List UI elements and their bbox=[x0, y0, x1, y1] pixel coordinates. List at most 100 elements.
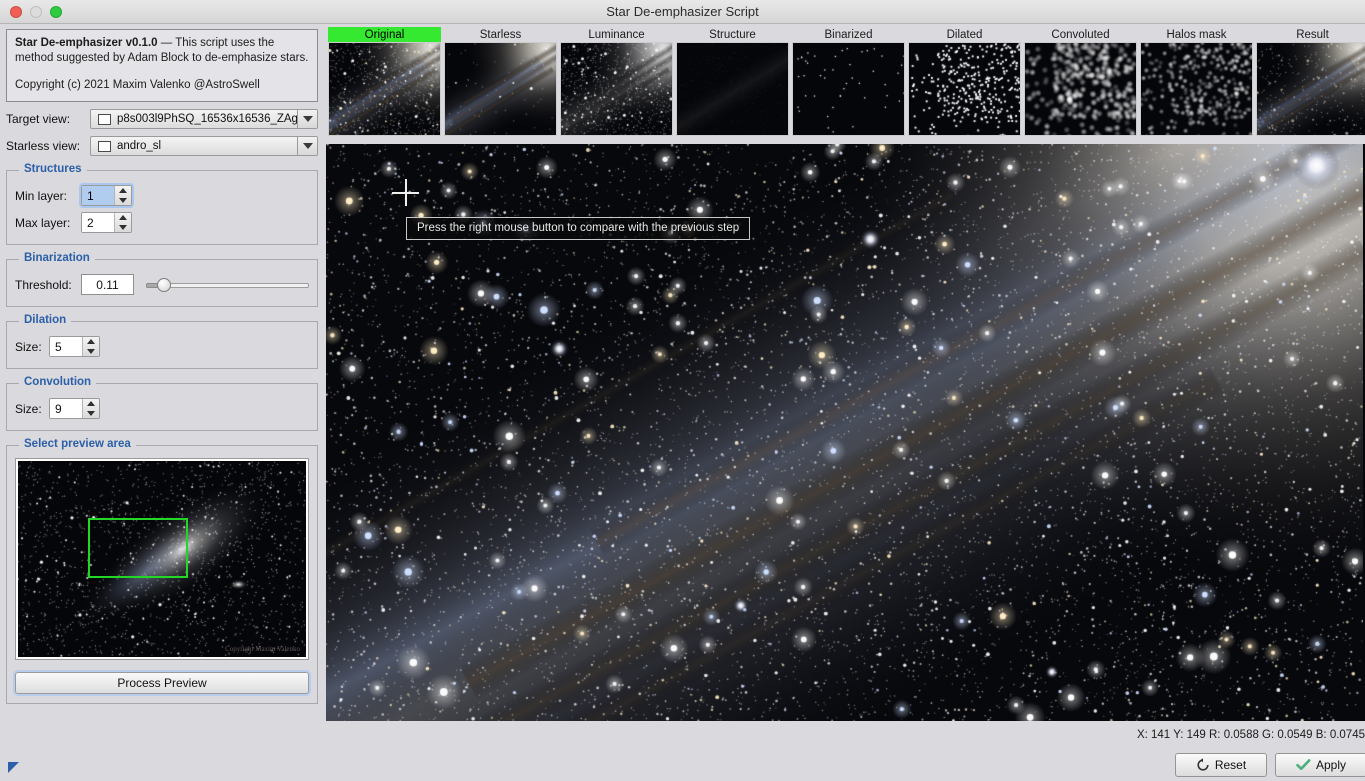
stage-thumbnail-label: Starless bbox=[479, 28, 522, 41]
stage-thumbnail-luminance[interactable]: Luminance bbox=[560, 27, 673, 136]
crosshair-vertical bbox=[405, 179, 407, 206]
preview-thumbnail-frame: Copyright Maxim Valenko bbox=[15, 458, 309, 660]
stepper-down-icon[interactable] bbox=[119, 224, 127, 230]
threshold-label: Threshold: bbox=[15, 277, 72, 292]
target-view-label: Target view: bbox=[6, 112, 71, 126]
stage-thumbnail-image[interactable] bbox=[676, 42, 789, 136]
stepper-up-icon[interactable] bbox=[119, 188, 127, 194]
min-layer-stepper[interactable]: 1 bbox=[79, 183, 134, 208]
stage-thumbnail-strip: Original Starless Luminance Structure Binari… bbox=[326, 27, 1365, 136]
reset-icon bbox=[1197, 758, 1209, 771]
stage-thumbnail-image[interactable] bbox=[792, 42, 905, 136]
window-titlebar: Star De-emphasizer Script bbox=[0, 0, 1365, 24]
dilation-size-value[interactable]: 5 bbox=[50, 337, 82, 356]
stage-thumbnail-result[interactable]: Result bbox=[1256, 27, 1365, 136]
max-layer-label: Max layer: bbox=[15, 215, 71, 230]
stage-thumbnail-convoluted[interactable]: Convoluted bbox=[1024, 27, 1137, 136]
structures-legend: Structures bbox=[19, 163, 87, 175]
starless-view-row: Starless view: andro_sl bbox=[6, 136, 318, 156]
reset-button-label: Reset bbox=[1214, 758, 1247, 772]
starless-view-dropdown-arrow[interactable] bbox=[297, 137, 317, 155]
target-view-select[interactable]: p8s003l9PhSQ_16536x16536_ZAg bbox=[90, 109, 318, 129]
stage-thumbnail-label: Convoluted bbox=[1051, 28, 1110, 41]
preview-area-group: Select preview area Copyright Maxim Vale… bbox=[6, 438, 318, 704]
stage-thumbnail-dilated[interactable]: Dilated bbox=[908, 27, 1021, 136]
binarization-legend: Binarization bbox=[19, 252, 95, 264]
stage-thumbnail-image[interactable] bbox=[444, 42, 557, 136]
threshold-slider[interactable] bbox=[146, 275, 309, 295]
dilation-legend: Dilation bbox=[19, 314, 72, 326]
process-preview-button[interactable]: Process Preview bbox=[13, 670, 311, 696]
min-layer-value[interactable]: 1 bbox=[82, 186, 114, 205]
stepper-up-icon[interactable] bbox=[87, 339, 95, 345]
stepper-down-icon[interactable] bbox=[87, 348, 95, 354]
pixel-readout-status: X: 141 Y: 149 R: 0.0588 G: 0.0549 B: 0.0… bbox=[1136, 729, 1365, 741]
convolution-size-stepper[interactable]: 9 bbox=[49, 398, 100, 419]
stage-thumbnail-image[interactable] bbox=[1024, 42, 1137, 136]
script-title: Star De-emphasizer v0.1.0 bbox=[15, 37, 158, 49]
stage-thumbnail-image[interactable] bbox=[1256, 42, 1365, 136]
structures-group: Structures Min layer: 1 Max layer: 2 bbox=[6, 163, 318, 245]
stage-thumbnail-label: Structure bbox=[709, 28, 756, 41]
stage-thumbnail-label: Dilated bbox=[946, 28, 983, 41]
settings-panel: Star De-emphasizer v0.1.0 — This script … bbox=[0, 24, 324, 781]
target-view-dropdown-arrow[interactable] bbox=[297, 110, 317, 128]
copyright-notice: Copyright (c) 2021 Maxim Valenko @AstroS… bbox=[15, 78, 260, 91]
convolution-size-row: Size: 9 bbox=[15, 398, 309, 419]
stage-thumbnail-label: Halos mask bbox=[1166, 28, 1227, 41]
stage-thumbnail-starless[interactable]: Starless bbox=[444, 27, 557, 136]
image-icon bbox=[98, 140, 111, 152]
stage-thumbnail-binarized[interactable]: Binarized bbox=[792, 27, 905, 136]
preview-thumbnail-image[interactable]: Copyright Maxim Valenko bbox=[18, 461, 306, 657]
stage-thumbnail-image[interactable] bbox=[560, 42, 673, 136]
stage-thumbnail-label: Binarized bbox=[824, 28, 873, 41]
script-description: Star De-emphasizer v0.1.0 — This script … bbox=[6, 29, 318, 102]
workspace-panel: Original Starless Luminance Structure Binari… bbox=[324, 24, 1365, 781]
max-layer-value[interactable]: 2 bbox=[82, 213, 114, 232]
convolution-group: Convolution Size: 9 bbox=[6, 376, 318, 431]
stage-thumbnail-structure[interactable]: Structure bbox=[676, 27, 789, 136]
apply-button[interactable]: Apply bbox=[1275, 753, 1365, 777]
close-button[interactable] bbox=[10, 5, 22, 18]
compare-tooltip: Press the right mouse button to compare … bbox=[406, 217, 751, 240]
preview-area-legend: Select preview area bbox=[19, 438, 136, 450]
dilation-group: Dilation Size: 5 bbox=[6, 314, 318, 369]
preview-watermark: Copyright Maxim Valenko bbox=[225, 645, 300, 653]
min-layer-row: Min layer: 1 bbox=[15, 183, 309, 208]
starless-view-label: Starless view: bbox=[6, 139, 81, 153]
preview-selection-rectangle[interactable] bbox=[88, 518, 188, 578]
dialog-action-buttons: Reset Apply bbox=[1175, 753, 1365, 777]
stage-thumbnail-halos-mask[interactable]: Halos mask bbox=[1140, 27, 1253, 136]
zoom-button[interactable] bbox=[50, 5, 62, 18]
resize-handle-icon[interactable] bbox=[8, 762, 19, 773]
minimize-button[interactable] bbox=[30, 5, 42, 18]
dilation-size-stepper[interactable]: 5 bbox=[49, 336, 100, 357]
stepper-up-icon[interactable] bbox=[87, 401, 95, 407]
stage-thumbnail-original[interactable]: Original bbox=[328, 27, 441, 136]
chevron-down-icon bbox=[302, 143, 313, 149]
dilation-stepper-buttons[interactable] bbox=[82, 337, 99, 356]
starless-view-value: andro_sl bbox=[117, 140, 162, 152]
dilation-size-row: Size: 5 bbox=[15, 336, 309, 357]
min-layer-stepper-buttons[interactable] bbox=[114, 186, 131, 205]
convolution-stepper-buttons[interactable] bbox=[82, 399, 99, 418]
convolution-size-value[interactable]: 9 bbox=[50, 399, 82, 418]
threshold-row: Threshold: 0.11 bbox=[15, 274, 309, 295]
max-layer-stepper[interactable]: 2 bbox=[81, 212, 132, 233]
reset-button[interactable]: Reset bbox=[1175, 753, 1267, 777]
image-icon bbox=[98, 113, 111, 125]
starless-view-select[interactable]: andro_sl bbox=[90, 136, 318, 156]
stepper-down-icon[interactable] bbox=[119, 197, 127, 203]
window-controls bbox=[10, 5, 62, 18]
stage-thumbnail-image[interactable] bbox=[908, 42, 1021, 136]
stepper-up-icon[interactable] bbox=[119, 215, 127, 221]
stage-thumbnail-image[interactable] bbox=[1140, 42, 1253, 136]
max-layer-stepper-buttons[interactable] bbox=[114, 213, 131, 232]
description-dash: — bbox=[157, 37, 176, 49]
stepper-down-icon[interactable] bbox=[87, 410, 95, 416]
stage-thumbnail-image[interactable] bbox=[328, 42, 441, 136]
slider-handle[interactable] bbox=[156, 277, 171, 292]
threshold-input[interactable]: 0.11 bbox=[81, 274, 134, 295]
main-preview-view[interactable]: Press the right mouse button to compare … bbox=[326, 144, 1365, 721]
chevron-down-icon bbox=[302, 116, 313, 122]
